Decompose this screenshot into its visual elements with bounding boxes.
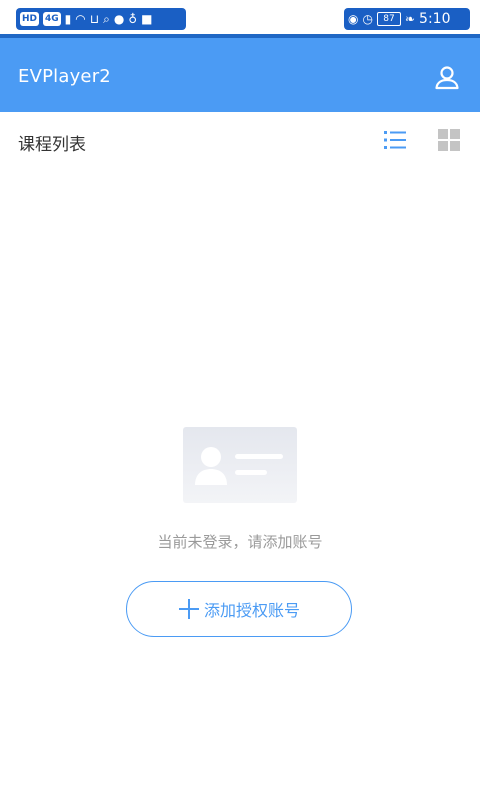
empty-state-illustration xyxy=(183,427,297,503)
list-icon xyxy=(384,131,406,149)
grid-icon xyxy=(438,129,460,151)
not-logged-in-message: 当前未登录，请添加账号 xyxy=(157,533,323,551)
status-bar: HD 4G ▮ ◠ ⊔ ⌕ ● ♁ ■ ◉ ◷ 87 ❧ 5:10 xyxy=(0,0,480,38)
signal-icon: ▮ xyxy=(64,12,72,26)
eye-icon: ◉ xyxy=(348,12,359,26)
leaf-icon: ❧ xyxy=(404,12,416,26)
network-badge: 4G xyxy=(43,12,61,26)
add-authorized-account-label: 添加授权账号 xyxy=(203,601,300,620)
chat-icon: ● xyxy=(113,12,125,26)
app-notification-icon: ■ xyxy=(141,12,153,26)
course-list-title: 课程列表 xyxy=(18,135,86,155)
alarm-icon: ◷ xyxy=(362,12,373,26)
plus-icon xyxy=(178,598,200,620)
cart-icon: ⊔ xyxy=(89,12,100,26)
user-icon xyxy=(435,66,459,90)
battery-indicator: 87 xyxy=(376,12,401,26)
id-card-icon xyxy=(195,447,283,485)
add-authorized-account-button[interactable]: 添加授权账号 xyxy=(126,581,352,637)
hd-badge: HD xyxy=(20,12,40,26)
course-list-header: 课程列表 xyxy=(0,112,480,168)
status-icons-right: ◉ ◷ 87 ❧ 5:10 xyxy=(344,8,470,30)
search-icon: ⌕ xyxy=(103,12,110,26)
app-bar: EVPlayer2 xyxy=(0,38,480,112)
bulb-icon: ♁ xyxy=(128,12,138,26)
wifi-icon: ◠ xyxy=(75,12,86,26)
list-view-toggle[interactable] xyxy=(381,126,409,154)
user-account-button[interactable] xyxy=(432,62,462,92)
clock-time: 5:10 xyxy=(419,11,451,27)
status-icons-left: HD 4G ▮ ◠ ⊔ ⌕ ● ♁ ■ xyxy=(16,8,186,30)
app-title: EVPlayer2 xyxy=(18,66,111,87)
grid-view-toggle[interactable] xyxy=(435,126,463,154)
